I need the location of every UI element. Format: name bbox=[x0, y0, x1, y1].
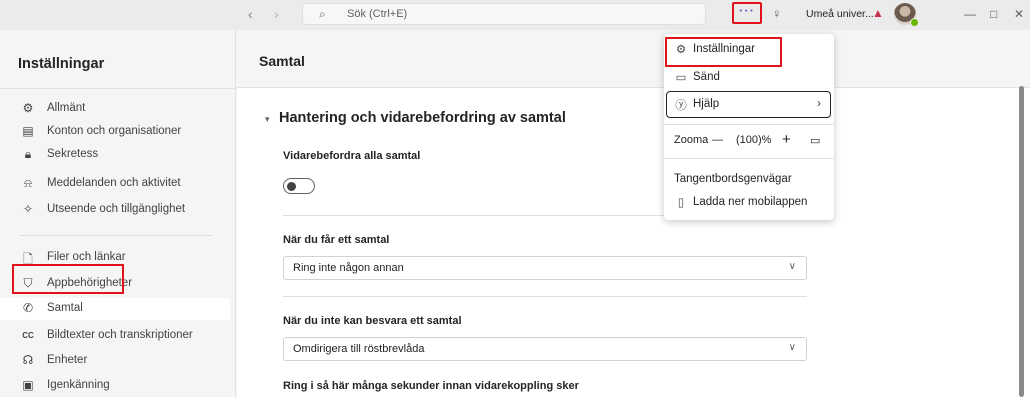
wand-icon: ✧ bbox=[22, 202, 34, 216]
zoom-value: (100)% bbox=[736, 134, 772, 146]
scrollbar[interactable] bbox=[1019, 86, 1024, 397]
sidebar-item-label: Igenkänning bbox=[47, 379, 110, 391]
divider bbox=[20, 235, 212, 236]
menu-item-label: Tangentbordsgenvägar bbox=[674, 173, 792, 185]
sidebar-item-meddelanden[interactable]: ⍾ Meddelanden och aktivitet bbox=[0, 173, 230, 195]
fullscreen-icon[interactable]: ▭ bbox=[810, 134, 820, 147]
toggle-knob bbox=[287, 181, 296, 191]
zoom-out-button[interactable]: — bbox=[712, 134, 723, 146]
sidebar-item-utseende[interactable]: ✧ Utseende och tillgänglighet bbox=[0, 199, 230, 221]
sidebar-title: Inställningar bbox=[18, 56, 105, 72]
sidebar-item-bildtexter[interactable]: CC Bildtexter och transkriptioner bbox=[0, 325, 230, 347]
search-input[interactable]: ⌕ Sök (Ctrl+E) bbox=[302, 3, 706, 25]
menu-item-label: Sänd bbox=[693, 71, 720, 83]
divider bbox=[283, 296, 807, 297]
avatar[interactable] bbox=[894, 3, 919, 27]
when-call-value: Ring inte någon annan bbox=[293, 262, 404, 274]
title-bar: ‹ › ⌕ Sök (Ctrl+E) ··· ♀ Umeå univer... … bbox=[0, 0, 1030, 30]
sidebar-item-konton[interactable]: ▤ Konton och organisationer bbox=[0, 121, 230, 143]
menu-item-label: Ladda ner mobilappen bbox=[693, 196, 808, 208]
maximize-icon[interactable]: □ bbox=[990, 7, 997, 21]
forward-arrow-icon[interactable]: › bbox=[274, 6, 279, 22]
minimize-icon[interactable]: — bbox=[964, 7, 976, 21]
when-unavailable-value: Omdirigera till röstbrevlåda bbox=[293, 343, 425, 355]
sidebar-item-label: Sekretess bbox=[47, 148, 99, 160]
menu-item-mobile[interactable]: ▯ Ladda ner mobilappen bbox=[664, 190, 834, 216]
phone-icon: ✆︎ bbox=[22, 301, 34, 315]
zoom-label: Zooma bbox=[674, 134, 709, 146]
sidebar-item-allmant[interactable]: ⚙ Allmänt bbox=[0, 98, 230, 120]
chevron-right-icon: › bbox=[817, 96, 821, 110]
cast-icon: ▭ bbox=[675, 72, 687, 84]
menu-item-cast[interactable]: ▭ Sänd bbox=[664, 65, 834, 91]
warning-icon[interactable]: ▲ bbox=[872, 6, 884, 20]
sidebar-item-label: Konton och organisationer bbox=[47, 125, 182, 137]
sidebar-item-enheter[interactable]: ☊ Enheter bbox=[0, 350, 230, 372]
org-name[interactable]: Umeå univer... bbox=[806, 8, 874, 20]
ring-seconds-label: Ring i så här många sekunder innan vidar… bbox=[283, 380, 579, 392]
sidebar-item-label: Filer och länkar bbox=[47, 251, 126, 263]
headset-icon: ☊ bbox=[22, 353, 34, 367]
when-call-dropdown[interactable]: Ring inte någon annan ∨ bbox=[283, 256, 807, 280]
search-icon: ⌕ bbox=[319, 7, 326, 21]
back-arrow-icon[interactable]: ‹ bbox=[248, 6, 253, 22]
main-header: Samtal bbox=[237, 30, 1030, 88]
settings-sidebar: Inställningar ⚙ Allmänt ▤ Konton och org… bbox=[0, 30, 236, 397]
sidebar-item-label: Bildtexter och transkriptioner bbox=[47, 329, 193, 341]
bell-icon: ⍾ bbox=[24, 176, 32, 190]
more-options-button[interactable]: ··· bbox=[732, 2, 762, 24]
chevron-down-icon[interactable]: ▾ bbox=[265, 114, 270, 125]
chevron-down-icon: ∨ bbox=[788, 261, 796, 272]
sidebar-item-label: Meddelanden och aktivitet bbox=[47, 177, 181, 189]
sidebar-item-label: Allmänt bbox=[47, 102, 86, 114]
mobile-phone-icon: ▯ bbox=[677, 197, 685, 209]
zoom-in-button[interactable]: + bbox=[782, 131, 791, 148]
divider bbox=[664, 124, 834, 125]
highlight-box-samtal bbox=[12, 264, 124, 294]
forward-all-toggle[interactable] bbox=[283, 178, 315, 194]
sidebar-item-igenkanning[interactable]: ▣ Igenkänning bbox=[0, 375, 230, 397]
divider bbox=[664, 158, 834, 159]
recognition-icon: ▣ bbox=[22, 378, 34, 392]
sidebar-item-label: Samtal bbox=[47, 302, 83, 314]
lock-icon: 🔒︎ bbox=[24, 147, 32, 161]
page-title: Samtal bbox=[259, 53, 305, 69]
divider bbox=[0, 88, 236, 89]
close-icon[interactable]: ✕ bbox=[1014, 7, 1024, 21]
section-title[interactable]: Hantering och vidarebefordring av samtal bbox=[279, 110, 566, 126]
when-call-label: När du får ett samtal bbox=[283, 234, 390, 246]
when-unavailable-label: När du inte kan besvara ett samtal bbox=[283, 315, 462, 327]
presence-status bbox=[910, 18, 919, 27]
people-icon[interactable]: ♀ bbox=[772, 6, 782, 21]
sidebar-item-sekretess[interactable]: 🔒︎ Sekretess bbox=[0, 144, 230, 166]
gear-icon: ⚙ bbox=[22, 101, 34, 115]
sidebar-item-label: Utseende och tillgänglighet bbox=[47, 203, 186, 215]
when-unavailable-dropdown[interactable]: Omdirigera till röstbrevlåda ∨ bbox=[283, 337, 807, 361]
highlight-box-settings bbox=[665, 37, 782, 67]
main-panel: Samtal ▾ Hantering och vidarebefordring … bbox=[237, 30, 1030, 397]
sidebar-item-label: Enheter bbox=[47, 354, 88, 366]
zoom-row: Zooma — (100)% + ▭ bbox=[674, 131, 829, 152]
chevron-down-icon: ∨ bbox=[788, 342, 796, 353]
cc-icon: CC bbox=[22, 331, 34, 340]
sidebar-item-samtal[interactable]: ✆︎ Samtal bbox=[0, 298, 230, 320]
help-item-border: › bbox=[666, 91, 831, 118]
id-card-icon: ▤ bbox=[22, 124, 34, 138]
forward-all-label: Vidarebefordra alla samtal bbox=[283, 150, 421, 162]
search-placeholder: Sök (Ctrl+E) bbox=[347, 8, 408, 20]
